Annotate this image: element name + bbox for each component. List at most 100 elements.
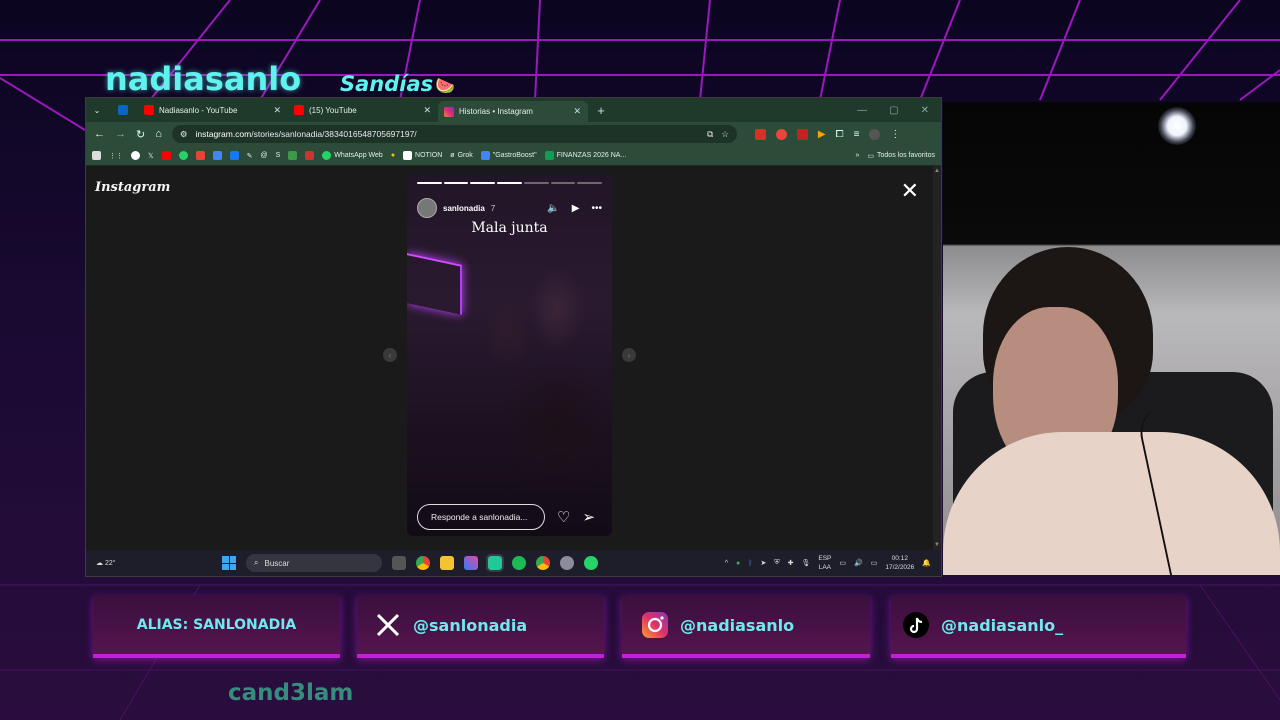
youtube-icon[interactable] <box>161 151 171 160</box>
heart-icon[interactable]: ♡ <box>557 508 570 526</box>
install-app-icon[interactable]: ⧉ <box>707 129 713 140</box>
settings-icon[interactable] <box>560 556 574 570</box>
close-window-icon[interactable]: ✕ <box>921 105 929 116</box>
previous-story-icon[interactable]: ‹ <box>383 348 397 362</box>
copilot-icon[interactable] <box>464 556 478 570</box>
bookmark-grok[interactable]: ø Grok <box>450 152 472 159</box>
whatsapp-icon[interactable] <box>178 151 188 160</box>
close-icon[interactable]: ✕ <box>273 105 281 116</box>
bookmark-gastroboost[interactable]: "GastroBoost" <box>480 151 537 160</box>
tiktok-icon <box>901 610 931 640</box>
profile-avatar[interactable] <box>869 128 881 140</box>
chrome-profile-icon[interactable] <box>536 556 550 570</box>
bluetooth-icon[interactable]: ᛒ <box>748 560 752 567</box>
more-options-icon[interactable]: ••• <box>591 203 602 214</box>
chevron-up-icon[interactable]: ^ <box>725 560 728 567</box>
tab-search-icon[interactable]: ⌄ <box>86 98 108 122</box>
home-icon[interactable]: ⌂ <box>155 128 162 140</box>
site-info-icon[interactable]: ⚙ <box>180 129 188 140</box>
close-icon[interactable]: ✕ <box>423 105 431 116</box>
bookmarks-bar: ⋮⋮ 𝕏 ✎ @ S WhatsApp Web ● NOTION ø Grok "… <box>86 146 941 166</box>
minimize-icon[interactable]: — <box>857 105 867 116</box>
sonar-icon[interactable]: S <box>276 152 281 159</box>
url-host: instagram.com <box>195 129 252 139</box>
mute-icon[interactable]: 🔈 <box>547 203 559 214</box>
reply-input[interactable]: Responde a sanlonadia... <box>417 504 545 530</box>
next-story-icon[interactable]: › <box>622 348 636 362</box>
scroll-down-icon[interactable]: ▼ <box>934 542 940 548</box>
tab-instagram-stories[interactable]: Historias • Instagram ✕ <box>438 101 588 122</box>
story-viewer[interactable]: sanlonadia 7 🔈 ▶ ••• Mala junta <box>407 174 612 536</box>
send-tray-icon[interactable]: ➤ <box>760 559 766 567</box>
window-controls: — ▢ ✕ <box>857 98 941 122</box>
spotify-icon[interactable] <box>512 556 526 570</box>
play-extension-icon[interactable]: ▶ <box>818 129 826 140</box>
teams-icon[interactable]: ✚ <box>788 559 794 567</box>
bookmark-idea[interactable]: ● <box>391 152 395 159</box>
new-tab-button[interactable]: + <box>588 98 614 122</box>
record-extension-icon[interactable] <box>775 128 787 140</box>
tab-youtube-channel[interactable]: Nadiasanlo - YouTube ✕ <box>138 98 288 122</box>
send-icon[interactable]: ➢ <box>582 508 595 526</box>
reading-list-icon[interactable]: ≡ <box>854 129 860 140</box>
spotify-tray-icon[interactable]: ● <box>736 560 740 567</box>
active-app-icon[interactable] <box>486 554 504 572</box>
adblock-icon[interactable] <box>754 128 766 140</box>
notifications-icon[interactable]: 🔔 <box>922 559 931 567</box>
bookmark-whatsapp-web[interactable]: WhatsApp Web <box>322 151 383 160</box>
story-username[interactable]: sanlonadia <box>443 204 485 213</box>
bookmark-label: Grok <box>457 152 473 159</box>
progress-segment <box>497 182 522 184</box>
close-icon[interactable]: ✕ <box>573 106 581 117</box>
threads-icon[interactable]: @ <box>261 152 268 159</box>
x-icon[interactable]: 𝕏 <box>148 152 154 160</box>
input-language[interactable]: ESP LAA <box>818 554 831 572</box>
task-view-icon[interactable] <box>392 556 406 570</box>
file-explorer-icon[interactable] <box>440 556 454 570</box>
sk-icon[interactable] <box>305 151 315 160</box>
address-bar[interactable]: ⚙ instagram.com/stories/sanlonadia/38340… <box>171 125 737 143</box>
chrome-icon[interactable] <box>416 556 430 570</box>
volume-icon[interactable]: 🔊 <box>854 559 863 567</box>
menu-kebab-icon[interactable]: ⋮ <box>890 129 900 140</box>
bookmark-finanzas[interactable]: FINANZAS 2026 NA... <box>544 151 626 160</box>
tab-linkedin[interactable] <box>108 98 138 122</box>
calendar-icon[interactable] <box>212 151 222 160</box>
scrollbar[interactable]: ▲ ▼ <box>933 166 941 550</box>
apps-grid-icon[interactable]: ⋮⋮ <box>109 152 123 160</box>
pdf-extension-icon[interactable] <box>796 128 808 140</box>
steam-icon[interactable]: ✎ <box>247 152 253 160</box>
close-story-icon[interactable]: ✕ <box>901 178 919 204</box>
scroll-up-icon[interactable]: ▲ <box>934 168 940 174</box>
extensions-puzzle-icon[interactable]: ⧠ <box>836 129 844 140</box>
whatsapp-icon <box>322 151 332 160</box>
avatar[interactable] <box>417 198 437 218</box>
reload-icon[interactable]: ↻ <box>136 128 145 141</box>
facebook-icon[interactable] <box>229 151 239 160</box>
frog-icon[interactable] <box>288 151 298 160</box>
bookmarks-overflow-icon[interactable]: » <box>855 152 859 159</box>
weather-widget[interactable]: ☁ 22° <box>86 559 136 568</box>
url-text: instagram.com/stories/sanlonadia/3834016… <box>196 129 417 139</box>
whatsapp-icon[interactable] <box>584 556 598 570</box>
battery-icon[interactable]: ▭ <box>871 559 878 567</box>
defender-icon[interactable]: ⛨ <box>774 559 779 567</box>
play-icon[interactable]: ▶ <box>572 203 580 214</box>
gmail-icon[interactable] <box>195 151 205 160</box>
bookmark-star-icon[interactable]: ☆ <box>721 129 729 140</box>
bookmark-notion[interactable]: NOTION <box>403 151 442 160</box>
google-icon[interactable] <box>131 151 140 160</box>
forward-icon[interactable]: → <box>115 128 126 140</box>
bookmarks-folder[interactable]: ▭ Todos los favoritos <box>867 152 935 160</box>
back-icon[interactable]: ← <box>94 128 105 140</box>
clock[interactable]: 00:12 17/2/2026 <box>885 554 914 572</box>
taskbar-search[interactable]: ⌕ Buscar <box>246 554 382 572</box>
tab-youtube-home[interactable]: (15) YouTube ✕ <box>288 98 438 122</box>
display-icon[interactable]: ▭ <box>839 559 846 567</box>
page-icon[interactable] <box>92 151 101 160</box>
microphone-icon[interactable]: 🎙 <box>801 559 810 567</box>
instagram-story-page: Instagram ✕ ‹ › sanlonadia 7 🔈 ▶ ••• Mal… <box>86 166 941 550</box>
instagram-logo[interactable]: Instagram <box>95 180 170 195</box>
start-button[interactable] <box>222 556 236 570</box>
maximize-icon[interactable]: ▢ <box>889 105 898 116</box>
